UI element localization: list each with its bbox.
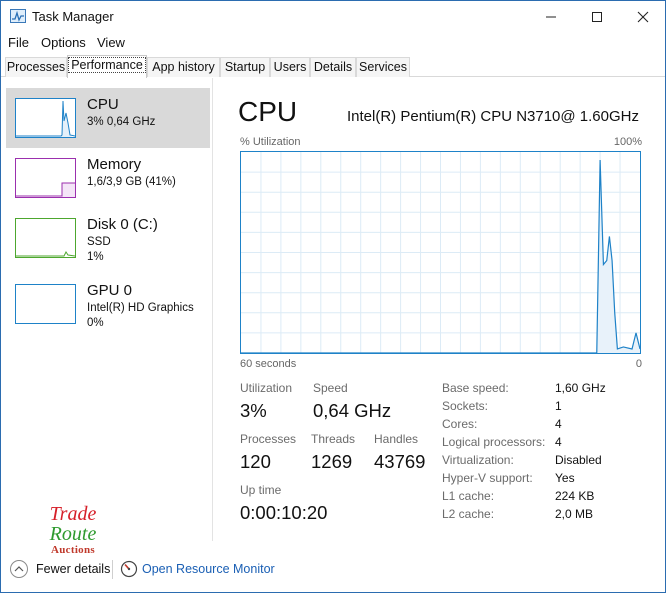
- tab-app-history[interactable]: App history: [147, 57, 220, 77]
- resource-detail: 3% 0,64 GHz: [87, 116, 156, 128]
- fewer-details-button[interactable]: Fewer details: [36, 562, 110, 576]
- chevron-up-icon[interactable]: [10, 560, 28, 578]
- resource-name: CPU: [87, 96, 119, 113]
- logo-line-2: Route: [49, 523, 97, 545]
- tab-label: Users: [273, 60, 307, 74]
- spec-value: 4: [555, 417, 562, 431]
- spec-value: 2,0 MB: [555, 507, 594, 521]
- menu-options[interactable]: Options: [41, 35, 86, 50]
- resource-detail: SSD: [87, 236, 111, 248]
- uptime-label: Up time: [240, 483, 282, 497]
- y-axis-label: % Utilization: [240, 136, 301, 148]
- y-max-label: 100%: [613, 136, 642, 148]
- tab-label: Performance: [68, 57, 146, 73]
- close-button[interactable]: [620, 1, 666, 32]
- spec-value: Yes: [555, 471, 575, 485]
- task-manager-icon: [10, 9, 26, 23]
- tab-users[interactable]: Users: [270, 57, 310, 77]
- menu-bar: File Options View: [1, 32, 665, 54]
- handles-value: 43769: [374, 451, 426, 472]
- footer-bar: Fewer details Open Resource Monitor: [1, 554, 665, 584]
- speed-label: Speed: [313, 381, 348, 395]
- cpu-thumbnail-graph: [15, 98, 76, 138]
- disk-thumbnail-graph: [15, 218, 76, 258]
- spec-value: 4: [555, 435, 562, 449]
- gpu-thumbnail-graph: [15, 284, 76, 324]
- resource-memory[interactable]: Memory 1,6/3,9 GB (41%): [6, 148, 210, 208]
- resource-detail-2: 1%: [87, 251, 104, 263]
- tab-processes[interactable]: Processes: [5, 57, 67, 77]
- spec-value: 1: [555, 399, 562, 413]
- uptime-value: 0:00:10:20: [240, 502, 328, 523]
- spec-label: L2 cache:: [442, 507, 495, 521]
- tab-startup[interactable]: Startup: [220, 57, 270, 77]
- resource-detail: Intel(R) HD Graphics: [87, 302, 194, 314]
- x-right-label: 0: [635, 358, 642, 370]
- spec-label: L1 cache:: [442, 489, 495, 503]
- maximize-button[interactable]: [574, 1, 620, 32]
- tab-label: App history: [152, 60, 215, 74]
- resource-monitor-icon[interactable]: [120, 560, 138, 578]
- utilization-label: Utilization: [240, 381, 293, 395]
- utilization-value: 3%: [240, 400, 267, 421]
- tab-label: Startup: [224, 60, 266, 74]
- spec-value: 1,60 GHz: [555, 381, 606, 395]
- memory-thumbnail-graph: [15, 158, 76, 198]
- processes-value: 120: [240, 451, 271, 472]
- page-title: CPU: [238, 96, 298, 127]
- spec-label: Base speed:: [442, 381, 509, 395]
- logo-line-1: Trade: [49, 503, 97, 525]
- processes-label: Processes: [240, 432, 297, 446]
- spec-label: Virtualization:: [442, 453, 514, 467]
- threads-value: 1269: [311, 451, 353, 472]
- resource-name: GPU 0: [87, 282, 133, 299]
- resource-disk[interactable]: Disk 0 (C:) SSD 1%: [6, 208, 210, 268]
- footer-divider: [112, 560, 113, 579]
- tab-strip: Processes Performance App history Startu…: [1, 55, 665, 78]
- cpu-utilization-chart: [241, 152, 641, 354]
- menu-file[interactable]: File: [8, 35, 29, 50]
- resource-name: Disk 0 (C:): [87, 216, 158, 233]
- spec-label: Logical processors:: [442, 435, 546, 449]
- spec-label: Cores:: [442, 417, 478, 431]
- task-manager-window: Task Manager File Options View Processes…: [0, 0, 666, 593]
- resource-list: CPU 3% 0,64 GHz Memory 1,6/3,9 GB (41%) …: [1, 78, 213, 541]
- cpu-detail-panel: CPU Intel(R) Pentium(R) CPU N3710@ 1.60G…: [214, 78, 665, 541]
- tab-label: Processes: [6, 60, 66, 74]
- x-left-label: 60 seconds: [240, 358, 297, 370]
- handles-label: Handles: [374, 432, 419, 446]
- speed-value: 0,64 GHz: [313, 400, 392, 421]
- tab-services[interactable]: Services: [356, 57, 410, 77]
- tab-details[interactable]: Details: [310, 57, 356, 77]
- resource-name: Memory: [87, 156, 142, 173]
- threads-label: Threads: [311, 432, 356, 446]
- spec-label: Sockets:: [442, 399, 489, 413]
- tab-label: Details: [313, 60, 353, 74]
- resource-detail: 1,6/3,9 GB (41%): [87, 176, 176, 188]
- open-resource-monitor-link[interactable]: Open Resource Monitor: [142, 562, 275, 576]
- title-bar[interactable]: Task Manager: [1, 1, 665, 32]
- spec-value: Disabled: [555, 453, 602, 467]
- cpu-utilization-graph: [240, 151, 641, 354]
- minimize-button[interactable]: [528, 1, 574, 32]
- resource-cpu[interactable]: CPU 3% 0,64 GHz: [6, 88, 210, 148]
- spec-value: 224 KB: [555, 489, 595, 503]
- resource-detail-2: 0%: [87, 317, 104, 329]
- tab-performance[interactable]: Performance: [67, 55, 147, 78]
- menu-view[interactable]: View: [97, 35, 125, 50]
- cpu-model-name: Intel(R) Pentium(R) CPU N3710@ 1.60GHz: [347, 108, 639, 125]
- spec-label: Hyper-V support:: [442, 471, 533, 485]
- tab-label: Services: [359, 60, 407, 74]
- resource-gpu[interactable]: GPU 0 Intel(R) HD Graphics 0%: [6, 274, 210, 334]
- window-title: Task Manager: [32, 9, 114, 24]
